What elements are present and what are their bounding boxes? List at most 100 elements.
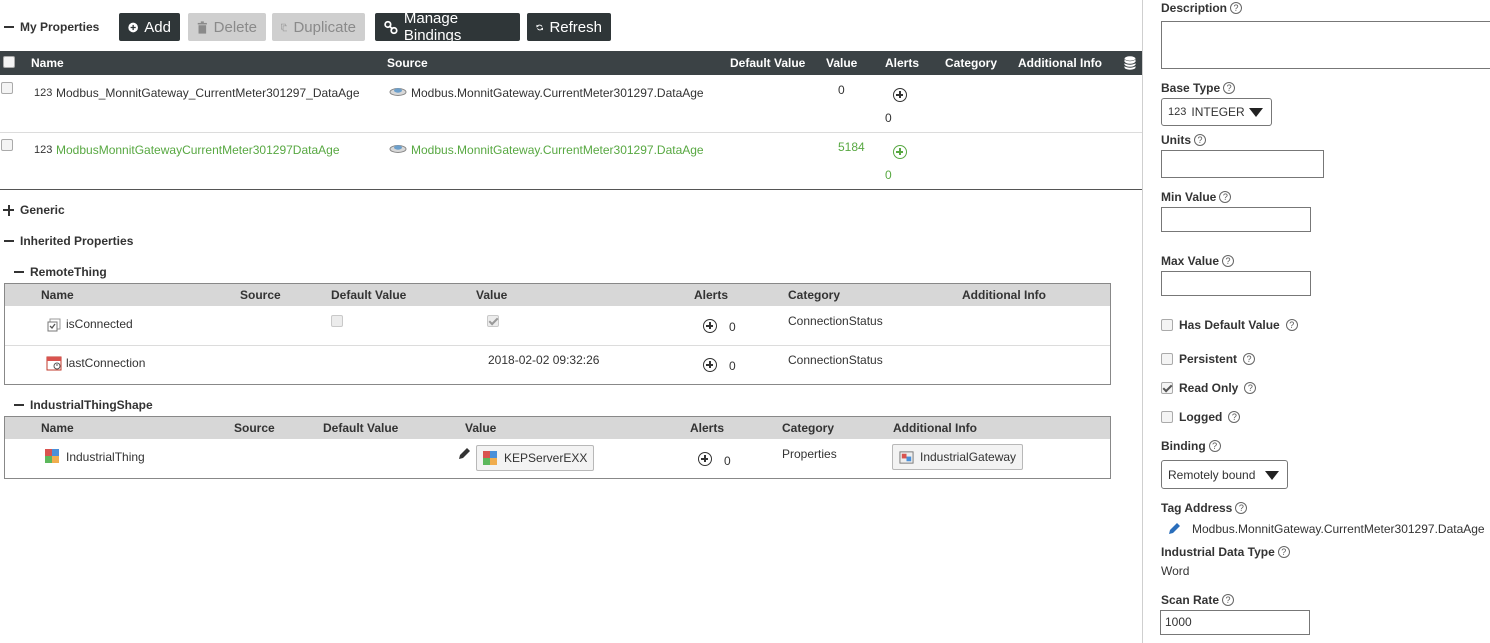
col-additional-info[interactable]: Additional Info <box>1018 56 1102 70</box>
help-icon[interactable]: ? <box>1230 2 1243 14</box>
read-only-checkbox[interactable] <box>1161 382 1173 394</box>
has-default-label: Has Default Value <box>1179 318 1280 332</box>
help-icon[interactable]: ? <box>1277 546 1290 558</box>
logged-checkbox[interactable] <box>1161 411 1173 423</box>
persistent-label: Persistent <box>1179 352 1238 366</box>
refresh-icon <box>536 24 544 30</box>
pencil-icon[interactable] <box>458 447 471 460</box>
help-icon[interactable]: ? <box>1285 319 1298 331</box>
tag-address-label: Tag Address ? <box>1161 501 1248 515</box>
industrial-gateway-button[interactable]: IndustrialGateway <box>892 444 1024 470</box>
units-label: Units ? <box>1161 133 1206 147</box>
col-value: Value <box>465 421 497 435</box>
manage-bindings-button[interactable]: Manage Bindings <box>375 10 520 44</box>
remotething-title[interactable]: RemoteThing <box>30 265 107 279</box>
base-type-label: Base Type ? <box>1161 81 1236 95</box>
help-icon[interactable]: ? <box>1223 82 1236 94</box>
row-divider <box>5 345 1110 346</box>
has-default-row[interactable]: Has Default Value ? <box>1161 318 1298 332</box>
pencil-icon[interactable] <box>1168 522 1181 535</box>
calendar-icon <box>46 356 62 371</box>
refresh-button[interactable]: Refresh <box>527 13 611 41</box>
kepserver-thing-button[interactable]: KEPServerEXX <box>476 445 595 471</box>
persistent-row[interactable]: Persistent ? <box>1161 352 1256 366</box>
collapse-industrial-shape-icon[interactable] <box>14 404 24 406</box>
help-icon[interactable]: ? <box>1194 134 1206 146</box>
add-alert-icon[interactable] <box>703 358 717 372</box>
min-value-label-text: Min Value <box>1161 190 1217 204</box>
grid-bottom-border <box>0 189 1142 190</box>
collapse-my-properties-icon[interactable] <box>4 26 14 28</box>
boolean-type-icon <box>47 318 61 332</box>
property-name[interactable]: isConnected <box>66 317 133 331</box>
help-icon[interactable]: ? <box>1222 255 1235 267</box>
help-icon[interactable]: ? <box>1235 502 1248 514</box>
add-alert-icon[interactable] <box>893 145 907 159</box>
gateway-label: IndustrialGateway <box>920 450 1017 464</box>
units-input[interactable] <box>1161 150 1324 178</box>
select-all-checkbox[interactable] <box>3 56 15 68</box>
min-value-input[interactable] <box>1161 207 1311 232</box>
collapse-remotething-icon[interactable] <box>14 271 24 273</box>
property-name[interactable]: lastConnection <box>66 356 145 370</box>
help-icon[interactable]: ? <box>1244 382 1257 394</box>
col-category: Category <box>782 421 835 435</box>
persistent-checkbox[interactable] <box>1161 353 1173 365</box>
binding-select[interactable]: Remotely bound <box>1161 460 1288 489</box>
property-source: Modbus.MonnitGateway.CurrentMeter301297.… <box>411 86 704 100</box>
max-value-label-text: Max Value <box>1161 254 1220 268</box>
row-checkbox[interactable] <box>1 139 13 151</box>
plus-circle-icon <box>128 22 138 32</box>
col-alerts[interactable]: Alerts <box>885 56 919 70</box>
read-only-label: Read Only <box>1179 381 1239 395</box>
col-value[interactable]: Value <box>826 56 857 70</box>
help-icon[interactable]: ? <box>1222 594 1235 606</box>
integer-type-icon: 123 <box>34 144 53 156</box>
property-name[interactable]: ModbusMonnitGatewayCurrentMeter301297Dat… <box>56 143 340 157</box>
max-value-label: Max Value ? <box>1161 254 1235 268</box>
logged-row[interactable]: Logged ? <box>1161 410 1241 424</box>
alert-count: 0 <box>885 111 892 125</box>
property-category: Properties <box>782 447 837 461</box>
description-textarea[interactable] <box>1161 21 1490 69</box>
col-category[interactable]: Category <box>945 56 997 70</box>
help-icon[interactable]: ? <box>1228 411 1241 423</box>
col-source[interactable]: Source <box>387 56 428 70</box>
add-alert-icon[interactable] <box>703 319 717 333</box>
property-name[interactable]: Modbus_MonnitGateway_CurrentMeter301297_… <box>56 86 360 100</box>
base-type-select[interactable]: 123 INTEGER <box>1161 98 1272 126</box>
trash-icon <box>197 20 207 34</box>
has-default-checkbox[interactable] <box>1161 319 1173 331</box>
generic-section-title[interactable]: Generic <box>20 203 65 217</box>
industrial-data-type-label: Industrial Data Type ? <box>1161 545 1290 559</box>
scan-rate-input[interactable]: 1000 <box>1160 610 1310 635</box>
help-icon[interactable]: ? <box>1208 440 1221 452</box>
database-icon[interactable] <box>1124 56 1136 70</box>
base-type-label-text: Base Type <box>1161 81 1221 95</box>
add-alert-icon[interactable] <box>893 88 907 102</box>
min-value-label: Min Value ? <box>1161 190 1232 204</box>
duplicate-button[interactable]: Duplicate <box>272 13 365 41</box>
chevron-down-icon <box>1249 108 1263 117</box>
industrial-shape-table-header: Name Source Default Value Value Alerts C… <box>5 417 1110 439</box>
read-only-row[interactable]: Read Only ? <box>1161 381 1257 395</box>
binding-label-text: Binding <box>1161 439 1206 453</box>
help-icon[interactable]: ? <box>1243 353 1256 365</box>
industrial-shape-title[interactable]: IndustrialThingShape <box>30 398 153 412</box>
col-name[interactable]: Name <box>31 56 64 70</box>
collapse-inherited-icon[interactable] <box>4 240 14 242</box>
inherited-section-title[interactable]: Inherited Properties <box>20 234 133 248</box>
add-button[interactable]: Add <box>119 13 180 41</box>
delete-button[interactable]: Delete <box>188 13 266 41</box>
help-icon[interactable]: ? <box>1219 191 1232 203</box>
col-default-value[interactable]: Default Value <box>730 56 805 70</box>
row-checkbox[interactable] <box>1 82 13 94</box>
col-default-value: Default Value <box>323 421 399 435</box>
kepserver-label: KEPServerEXX <box>504 451 588 465</box>
max-value-input[interactable] <box>1161 271 1311 296</box>
property-name[interactable]: IndustrialThing <box>66 450 145 464</box>
link-icon <box>384 20 398 34</box>
col-alerts: Alerts <box>690 421 725 435</box>
gateway-icon <box>899 450 914 464</box>
add-alert-icon[interactable] <box>698 452 712 466</box>
